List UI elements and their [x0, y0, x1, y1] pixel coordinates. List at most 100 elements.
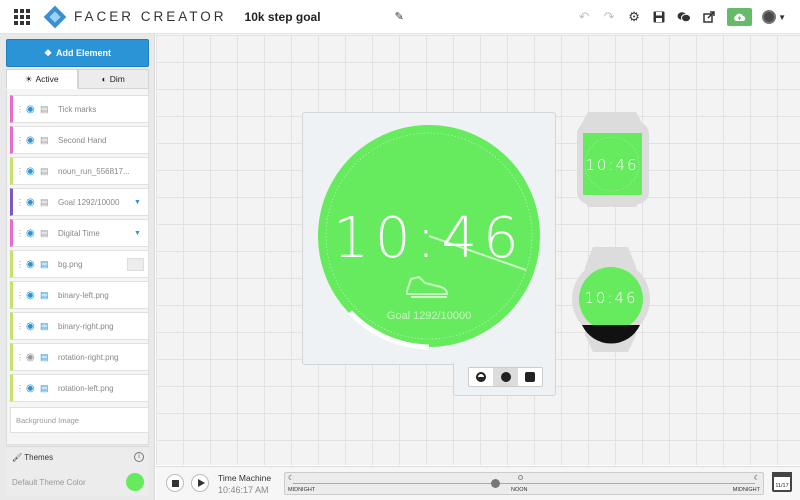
calendar-date: 11/17: [775, 483, 789, 489]
time-machine-bar: Time Machine 10:46:17 AM ☾ ☾ MIDNIGHT NO…: [156, 466, 800, 500]
drag-handle-icon[interactable]: ⋮⋮: [16, 136, 32, 145]
sun-icon: [518, 475, 523, 480]
layer-label: binary-right.png: [58, 321, 114, 331]
drag-handle-icon[interactable]: ⋮⋮: [16, 260, 32, 269]
layer-item-rotation-left[interactable]: ⋮⋮ ◉ ▤ rotation-left.png: [10, 374, 149, 402]
time-slider[interactable]: ☾ ☾ MIDNIGHT NOON MIDNIGHT: [284, 472, 764, 495]
tick-midnight-end: MIDNIGHT: [732, 487, 760, 493]
drag-handle-icon[interactable]: ⋮⋮: [16, 322, 32, 331]
moon-icon: ☾: [753, 475, 760, 482]
tab-dim[interactable]: ◐ Dim: [77, 69, 149, 89]
publish-cloud-icon[interactable]: [727, 8, 753, 26]
visibility-eye-icon[interactable]: ◉: [26, 259, 38, 270]
visibility-eye-icon[interactable]: ◉: [26, 290, 38, 301]
visibility-eye-icon[interactable]: ◉: [26, 197, 38, 208]
undo-icon[interactable]: ↶: [576, 9, 592, 25]
layer-label: rotation-left.png: [58, 383, 114, 393]
layer-item-goal-text[interactable]: ⋮⋮ ◉ ▤ Goal 1292/10000 ▼: [10, 188, 149, 216]
calendar-icon[interactable]: 11/17: [772, 472, 792, 492]
layers-sidebar: ❖ Add Element ☀ Active ◐ Dim ⋮⋮ ◉ ▤ Tick…: [0, 34, 155, 500]
layer-label: bg.png: [58, 259, 83, 269]
tab-active-label: Active: [35, 74, 59, 84]
layer-label: Tick marks: [58, 104, 97, 114]
drag-handle-icon[interactable]: ⋮⋮: [16, 229, 32, 238]
layer-item-second-hand[interactable]: ⋮⋮ ◉ ▤ Second Hand: [10, 126, 149, 154]
brand-name: FACER CREATOR: [74, 9, 227, 24]
layer-item-binary-right[interactable]: ⋮⋮ ◉ ▤ binary-right.png: [10, 312, 149, 340]
layer-label: Second Hand: [58, 135, 107, 145]
image-type-icon: ▤: [40, 320, 49, 331]
visibility-eye-icon[interactable]: ◉: [26, 104, 38, 115]
visibility-eye-icon[interactable]: ◉: [26, 352, 38, 363]
slider-handle[interactable]: [491, 479, 500, 488]
chevron-down-icon[interactable]: ▼: [134, 199, 148, 206]
editor-canvas[interactable]: 10:46 Goal 1292/10000 10:46 10:46: [156, 35, 800, 465]
main-watch-face[interactable]: 10:46 Goal 1292/10000: [318, 125, 540, 350]
redo-icon[interactable]: ↷: [601, 9, 617, 25]
stop-button[interactable]: [166, 474, 184, 492]
square-watch-preview[interactable]: 10:46: [577, 112, 649, 207]
drag-handle-icon[interactable]: ⋮⋮: [16, 198, 32, 207]
visibility-eye-icon[interactable]: ◉: [26, 321, 38, 332]
layer-label: noun_run_556817...: [58, 166, 130, 176]
layer-list: ⋮⋮ ◉ ▤ Tick marks ⋮⋮ ◉ ▤ Second Hand ⋮⋮ …: [6, 89, 149, 445]
share-icon[interactable]: [701, 9, 717, 25]
info-icon[interactable]: i: [134, 452, 144, 462]
image-type-icon: ▤: [40, 289, 49, 300]
tick-midnight-start: MIDNIGHT: [288, 487, 316, 493]
facer-logo: [43, 5, 67, 28]
sun-icon: ☀: [24, 73, 33, 84]
chevron-down-icon[interactable]: ▼: [134, 230, 148, 237]
layer-item-digital-time[interactable]: ⋮⋮ ◉ ▤ Digital Time ▼: [10, 219, 149, 247]
add-element-button[interactable]: ❖ Add Element: [6, 39, 149, 67]
pencil-icon[interactable]: ✎: [395, 10, 404, 23]
text-type-icon: ▤: [40, 196, 49, 207]
image-type-icon: ▤: [40, 382, 49, 393]
play-button[interactable]: [191, 474, 209, 492]
drag-handle-icon[interactable]: ⋮⋮: [16, 291, 32, 300]
time-machine-time: 10:46:17 AM: [218, 485, 269, 495]
layer-item-tick-marks[interactable]: ⋮⋮ ◉ ▤ Tick marks: [10, 95, 149, 123]
layer-item-binary-left[interactable]: ⋮⋮ ◉ ▤ binary-left.png: [10, 281, 149, 309]
drag-handle-icon[interactable]: ⋮⋮: [16, 105, 32, 114]
tab-active[interactable]: ☀ Active: [6, 69, 78, 89]
layer-label: rotation-right.png: [58, 352, 119, 362]
round-watch-preview[interactable]: 10:46: [572, 247, 650, 352]
background-image-slot[interactable]: Background Image: [10, 407, 149, 433]
mode-tabs: ☀ Active ◐ Dim: [6, 69, 149, 89]
background-image-label: Background Image: [16, 415, 79, 425]
layer-label: binary-left.png: [58, 290, 109, 300]
image-type-icon: ▤: [40, 258, 49, 269]
tab-dim-label: Dim: [109, 74, 125, 84]
apps-grid-icon[interactable]: [14, 8, 30, 25]
gear-icon[interactable]: ⚙: [626, 9, 642, 25]
visibility-eye-icon[interactable]: ◉: [26, 228, 38, 239]
layer-item-noun-run[interactable]: ⋮⋮ ◉ ▤ noun_run_556817...: [10, 157, 149, 185]
themes-panel: 🖌 Themes i Default Theme Color: [6, 446, 149, 496]
drag-handle-icon[interactable]: ⋮⋮: [16, 353, 32, 362]
default-theme-color-label: Default Theme Color: [12, 478, 86, 487]
visibility-eye-icon[interactable]: ◉: [26, 383, 38, 394]
goal-text: Goal 1292/10000: [387, 310, 471, 322]
brush-icon: 🖌: [12, 453, 23, 462]
layer-item-rotation-right[interactable]: ⋮⋮ ◉ ▤ rotation-right.png: [10, 343, 149, 371]
shape-type-icon: ▤: [40, 134, 49, 145]
play-icon: [197, 479, 205, 487]
chat-icon[interactable]: [676, 9, 692, 25]
shape-type-icon: ▤: [40, 103, 49, 114]
image-thumbnail: [127, 257, 144, 271]
save-icon[interactable]: [651, 9, 667, 25]
layer-label: Goal 1292/10000: [58, 197, 120, 207]
stop-icon: [171, 479, 179, 487]
theme-color-swatch[interactable]: [126, 473, 144, 491]
tick-noon: NOON: [511, 487, 528, 493]
visibility-eye-icon[interactable]: ◉: [26, 135, 38, 146]
drag-handle-icon[interactable]: ⋮⋮: [16, 384, 32, 393]
drag-handle-icon[interactable]: ⋮⋮: [16, 167, 32, 176]
visibility-eye-icon[interactable]: ◉: [26, 166, 38, 177]
watchface-title[interactable]: 10k step goal: [245, 10, 321, 24]
chevron-down-icon[interactable]: ▼: [778, 13, 786, 22]
layer-item-bg-png[interactable]: ⋮⋮ ◉ ▤ bg.png: [10, 250, 149, 278]
avatar[interactable]: [762, 10, 777, 24]
round-preview-time: 10:46: [584, 289, 637, 307]
